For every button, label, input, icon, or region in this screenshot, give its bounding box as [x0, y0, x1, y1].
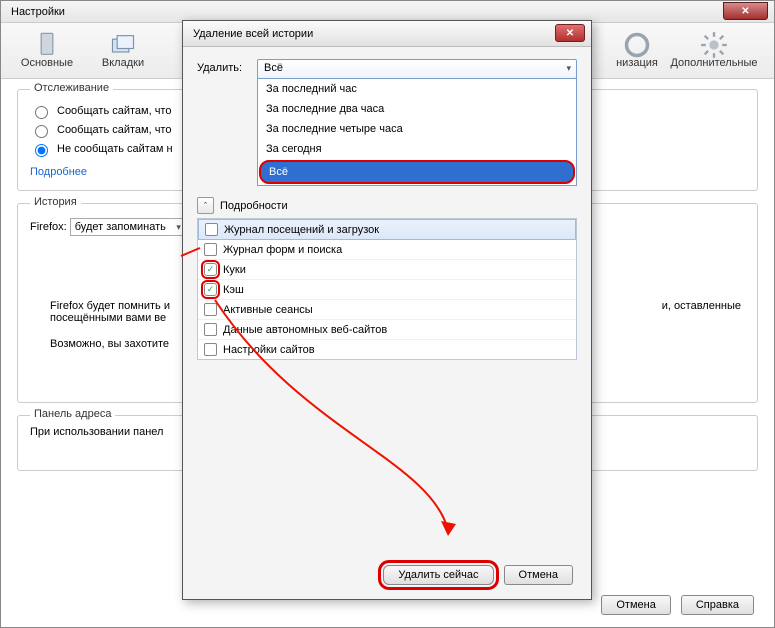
cancel-button[interactable]: Отмена [601, 595, 670, 615]
details-toggle[interactable]: ˆ [197, 197, 214, 214]
tab-label: Дополнительные [670, 57, 757, 69]
close-icon[interactable]: ✕ [723, 2, 768, 20]
help-button[interactable]: Справка [681, 595, 754, 615]
tab-label: Вкладки [102, 57, 144, 69]
checkbox-icon[interactable] [204, 243, 217, 256]
check-item-cookies[interactable]: Куки [198, 260, 576, 280]
combo-option[interactable]: За последний час [258, 79, 576, 99]
details-label: Подробности [220, 200, 288, 212]
settings-buttons: Отмена Справка [601, 595, 754, 615]
history-legend: История [30, 196, 81, 208]
check-label: Журнал посещений и загрузок [224, 224, 379, 236]
dialog-buttons: Удалить сейчас Отмена [383, 565, 573, 585]
check-item-sessions[interactable]: Активные сеансы [198, 300, 576, 320]
check-label: Кэш [223, 284, 244, 296]
delete-now-button[interactable]: Удалить сейчас [383, 565, 493, 585]
check-item-offline[interactable]: Данные автономных веб-сайтов [198, 320, 576, 340]
combo-dropdown: За последний час За последние два часа З… [257, 78, 577, 186]
check-item-siteprefs[interactable]: Настройки сайтов [198, 340, 576, 359]
radio-label: Сообщать сайтам, что [57, 124, 171, 136]
delete-label: Удалить: [197, 59, 249, 74]
addressbar-legend: Панель адреса [30, 408, 115, 420]
combo-selected[interactable]: Всё [257, 59, 577, 79]
clear-items-list: Журнал посещений и загрузок Журнал форм … [197, 218, 577, 360]
cancel-button[interactable]: Отмена [504, 565, 573, 585]
time-range-combo[interactable]: Всё За последний час За последние два ча… [257, 59, 577, 79]
tab-label: низация [616, 57, 658, 69]
check-item-browsing[interactable]: Журнал посещений и загрузок [198, 219, 576, 240]
combo-option[interactable]: За последние четыре часа [258, 119, 576, 139]
check-label: Журнал форм и поиска [223, 244, 342, 256]
tab-general[interactable]: Основные [11, 29, 83, 78]
checkbox-icon[interactable] [204, 343, 217, 356]
tracking-legend: Отслеживание [30, 82, 113, 94]
tab-hidden [163, 29, 183, 78]
check-label: Настройки сайтов [223, 344, 315, 356]
tracking-more-link[interactable]: Подробнее [30, 166, 87, 178]
close-icon[interactable]: ✕ [555, 24, 585, 42]
dialog-title: Удаление всей истории [193, 28, 313, 40]
checkbox-icon[interactable] [204, 303, 217, 316]
radio-icon[interactable] [35, 106, 48, 119]
history-mode-combo[interactable]: будет запоминать [70, 218, 185, 236]
tab-advanced[interactable]: Дополнительные [664, 29, 764, 78]
checkbox-icon[interactable] [205, 223, 218, 236]
check-item-forms[interactable]: Журнал форм и поиска [198, 240, 576, 260]
radio-label: Сообщать сайтам, что [57, 105, 171, 117]
combo-option[interactable]: За сегодня [258, 139, 576, 159]
combo-option-selected[interactable]: Всё [259, 160, 575, 184]
combo-option[interactable]: За последние два часа [258, 99, 576, 119]
checkbox-icon[interactable] [204, 283, 217, 296]
settings-title: Настройки [11, 6, 65, 18]
addressbar-text: При использовании панел [30, 426, 163, 438]
check-item-cache[interactable]: Кэш [198, 280, 576, 300]
check-label: Активные сеансы [223, 304, 313, 316]
clear-history-dialog: Удаление всей истории ✕ Удалить: Всё За … [182, 20, 592, 600]
tab-tabs[interactable]: Вкладки [87, 29, 159, 78]
tab-label: Основные [21, 57, 73, 69]
checkbox-icon[interactable] [204, 263, 217, 276]
dialog-titlebar: Удаление всей истории ✕ [183, 21, 591, 47]
check-label: Куки [223, 264, 246, 276]
checkbox-icon[interactable] [204, 323, 217, 336]
radio-icon[interactable] [35, 125, 48, 138]
tab-sync-partial[interactable]: низация [614, 29, 660, 78]
radio-label: Не сообщать сайтам н [57, 143, 173, 155]
radio-icon[interactable] [35, 144, 48, 157]
firefox-label: Firefox: [30, 221, 67, 233]
check-label: Данные автономных веб-сайтов [223, 324, 387, 336]
